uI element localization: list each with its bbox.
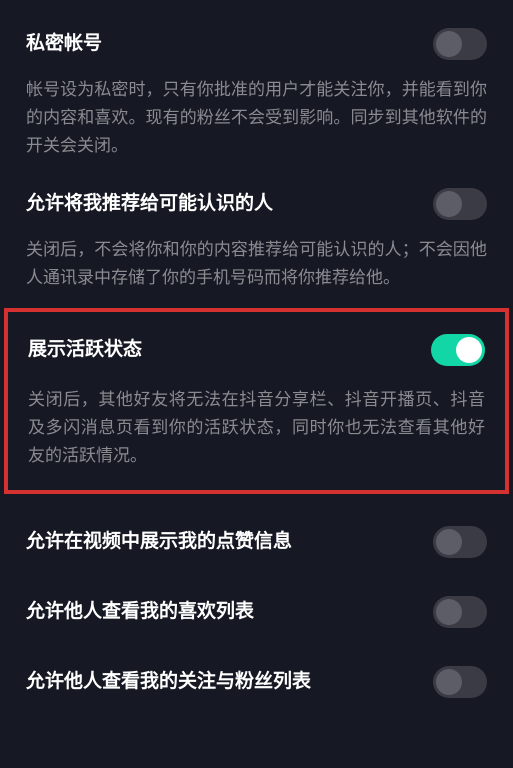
setting-title: 允许他人查看我的喜欢列表 bbox=[26, 600, 254, 625]
setting-view-likes-list: 允许他人查看我的喜欢列表 bbox=[26, 564, 487, 628]
toggle-view-follow-list[interactable] bbox=[433, 666, 487, 698]
toggle-knob bbox=[436, 599, 462, 625]
setting-row: 允许在视频中展示我的点赞信息 bbox=[26, 526, 487, 558]
toggle-knob bbox=[436, 529, 462, 555]
toggle-private-account[interactable] bbox=[433, 28, 487, 60]
setting-view-follow-list: 允许他人查看我的关注与粉丝列表 bbox=[26, 634, 487, 698]
toggle-show-likes-video[interactable] bbox=[433, 526, 487, 558]
setting-recommend-contacts: 允许将我推荐给可能认识的人 关闭后，不会将你和你的内容推荐给可能认识的人；不会因… bbox=[26, 160, 487, 292]
setting-row: 展示活跃状态 bbox=[28, 334, 485, 366]
setting-row: 允许他人查看我的喜欢列表 bbox=[26, 596, 487, 628]
setting-private-account: 私密帐号 帐号设为私密时，只有你批准的用户才能关注你，并能看到你的内容和喜欢。现… bbox=[26, 0, 487, 160]
toggle-knob bbox=[436, 191, 462, 217]
toggle-knob bbox=[436, 31, 462, 57]
setting-show-likes-video: 允许在视频中展示我的点赞信息 bbox=[26, 494, 487, 558]
settings-list: 私密帐号 帐号设为私密时，只有你批准的用户才能关注你，并能看到你的内容和喜欢。现… bbox=[0, 0, 513, 292]
setting-description: 帐号设为私密时，只有你批准的用户才能关注你，并能看到你的内容和喜欢。现有的粉丝不… bbox=[26, 76, 487, 160]
setting-title: 展示活跃状态 bbox=[28, 338, 142, 363]
setting-description: 关闭后，不会将你和你的内容推荐给可能认识的人；不会因他人通讯录中存储了你的手机号… bbox=[26, 236, 487, 292]
highlight-box: 展示活跃状态 关闭后，其他好友将无法在抖音分享栏、抖音开播页、抖音及多闪消息页看… bbox=[4, 308, 509, 494]
setting-title: 允许将我推荐给可能认识的人 bbox=[26, 192, 273, 217]
setting-title: 允许在视频中展示我的点赞信息 bbox=[26, 530, 292, 555]
setting-row: 允许将我推荐给可能认识的人 bbox=[26, 188, 487, 220]
toggle-view-likes-list[interactable] bbox=[433, 596, 487, 628]
setting-row: 私密帐号 bbox=[26, 28, 487, 60]
toggle-knob bbox=[436, 669, 462, 695]
setting-title: 私密帐号 bbox=[26, 32, 102, 57]
setting-title: 允许他人查看我的关注与粉丝列表 bbox=[26, 670, 311, 695]
setting-row: 允许他人查看我的关注与粉丝列表 bbox=[26, 666, 487, 698]
toggle-recommend-contacts[interactable] bbox=[433, 188, 487, 220]
settings-list-continued: 允许在视频中展示我的点赞信息 允许他人查看我的喜欢列表 允许他人查看我的关注与粉… bbox=[0, 494, 513, 698]
setting-description: 关闭后，其他好友将无法在抖音分享栏、抖音开播页、抖音及多闪消息页看到你的活跃状态… bbox=[28, 386, 485, 470]
toggle-knob bbox=[456, 337, 482, 363]
toggle-active-status[interactable] bbox=[431, 334, 485, 366]
